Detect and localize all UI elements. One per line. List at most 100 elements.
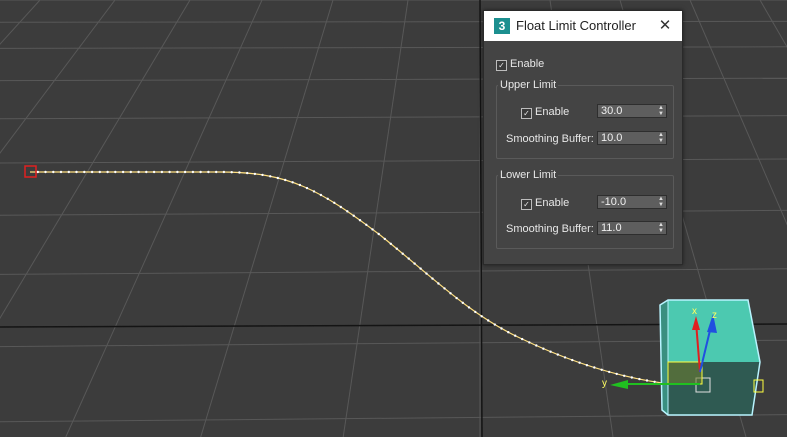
spinner-arrows-icon[interactable]: ▲ ▼	[658, 105, 664, 117]
path-key-dot	[528, 341, 531, 344]
lower-smoothing-spinner[interactable]: 11.0 ▲ ▼	[597, 221, 667, 235]
path-key-dot	[222, 170, 226, 174]
path-key-dot	[461, 301, 464, 304]
path-key-dot	[535, 344, 538, 347]
path-key-dot	[593, 366, 596, 369]
3dsmax-icon: 3	[494, 18, 510, 34]
spinner-arrows-icon[interactable]: ▲ ▼	[658, 222, 664, 234]
checkmark-icon: ✓	[496, 60, 507, 71]
path-key-dot	[67, 170, 71, 174]
checkmark-icon: ✓	[521, 199, 532, 210]
path-key-dot	[493, 323, 496, 326]
lower-limit-spinner[interactable]: -10.0 ▲ ▼	[597, 195, 667, 209]
path-key-dot	[480, 315, 483, 318]
path-key-dot	[645, 379, 649, 382]
path-key-dot	[176, 170, 179, 174]
path-key-dot	[145, 170, 148, 174]
grid-line	[342, 0, 409, 437]
checkmark-icon: ✓	[521, 108, 532, 119]
path-key-dot	[449, 292, 452, 295]
float-limit-controller-dialog: 3 Float Limit Controller ✕ ✓ Enable Upper…	[483, 10, 683, 265]
lower-enable-checkbox[interactable]: ✓ Enable	[521, 197, 569, 210]
spinner-arrows-icon[interactable]: ▲ ▼	[658, 196, 664, 208]
grid-line	[0, 0, 41, 45]
path-key-dot	[36, 170, 39, 174]
path-key-dot	[83, 170, 86, 174]
path-key-dot	[507, 331, 510, 334]
path-key-dot	[401, 252, 404, 255]
path-key-dot	[389, 242, 392, 245]
path-key-dot	[269, 175, 272, 178]
upper-enable-checkbox[interactable]: ✓ Enable	[521, 106, 569, 119]
dialog-title: Float Limit Controller	[516, 18, 636, 33]
path-key-dot	[246, 171, 249, 175]
path-key-dot	[284, 178, 287, 182]
path-key-dot	[98, 170, 102, 174]
spinner-arrows-icon[interactable]: ▲ ▼	[658, 132, 664, 144]
lower-smoothing-value: 11.0	[601, 222, 622, 234]
path-key-dot	[168, 170, 171, 174]
dialog-titlebar[interactable]: 3 Float Limit Controller ✕	[484, 11, 682, 41]
path-key-dot	[44, 170, 47, 174]
path-key-dot	[90, 170, 94, 174]
path-key-dot	[521, 337, 524, 341]
upper-smoothing-spinner[interactable]: 10.0 ▲ ▼	[597, 131, 667, 145]
path-key-dot	[346, 210, 349, 213]
close-icon[interactable]: ✕	[654, 15, 676, 37]
path-key-dot	[160, 170, 164, 174]
path-key-dot	[129, 170, 132, 174]
path-key-dot	[52, 170, 55, 174]
path-key-dot	[487, 319, 490, 322]
lower-limit-value: -10.0	[601, 196, 627, 208]
path-key-dot	[443, 287, 446, 290]
path-key-dot	[230, 171, 233, 174]
cube-bracket-left	[667, 361, 703, 385]
path-key-dot	[261, 173, 264, 177]
path-key-dot	[474, 310, 477, 314]
path-key-dot	[563, 356, 567, 359]
grid-line	[759, 0, 787, 48]
path-key-dot	[600, 368, 603, 371]
lower-limit-title: Lower Limit	[498, 169, 559, 181]
path-key-dot	[121, 170, 125, 174]
upper-limit-value: 30.0	[601, 105, 623, 117]
path-key-dot	[298, 183, 302, 187]
grid-line	[65, 0, 263, 437]
path-key-dot	[215, 170, 218, 174]
path-key-dot	[75, 170, 78, 174]
grid-line	[0, 268, 787, 275]
path-key-dot	[365, 223, 368, 226]
gizmo-y-arrow	[610, 380, 628, 389]
path-key-dot	[333, 201, 336, 204]
path-key-dot	[431, 277, 434, 280]
path-key-dot	[291, 181, 294, 184]
enable-checkbox[interactable]: ✓ Enable	[496, 58, 544, 71]
path-key-dot	[455, 296, 458, 300]
upper-limit-group	[496, 85, 674, 159]
upper-limit-spinner[interactable]: 30.0 ▲ ▼	[597, 104, 667, 118]
path-key-dot	[319, 193, 323, 197]
path-key-dot	[371, 228, 374, 231]
path-key-dot	[425, 272, 428, 275]
lower-smoothing-label: Smoothing Buffer:	[506, 223, 594, 235]
path-key-dot	[276, 176, 279, 180]
path-key-dot	[407, 257, 410, 260]
path-key-dot	[419, 267, 422, 270]
path-key-dot	[59, 170, 63, 174]
gizmo-y-label: y	[602, 378, 607, 389]
path-key-dot	[630, 376, 633, 379]
path-key-dot	[106, 170, 109, 174]
path-key-dot	[395, 247, 398, 250]
path-key-dot	[413, 262, 416, 265]
path-key-dot	[623, 374, 626, 377]
path-key-dot	[358, 219, 362, 222]
path-key-dot	[238, 171, 241, 174]
path-key-dot	[253, 172, 257, 176]
path-key-dot	[326, 197, 329, 200]
path-key-dot	[585, 364, 589, 367]
path-key-dot	[542, 347, 545, 350]
path-key-dot	[152, 170, 156, 174]
gizmo-z-label: z	[712, 310, 717, 321]
grid-line	[0, 0, 116, 154]
enable-label: Enable	[510, 58, 545, 70]
